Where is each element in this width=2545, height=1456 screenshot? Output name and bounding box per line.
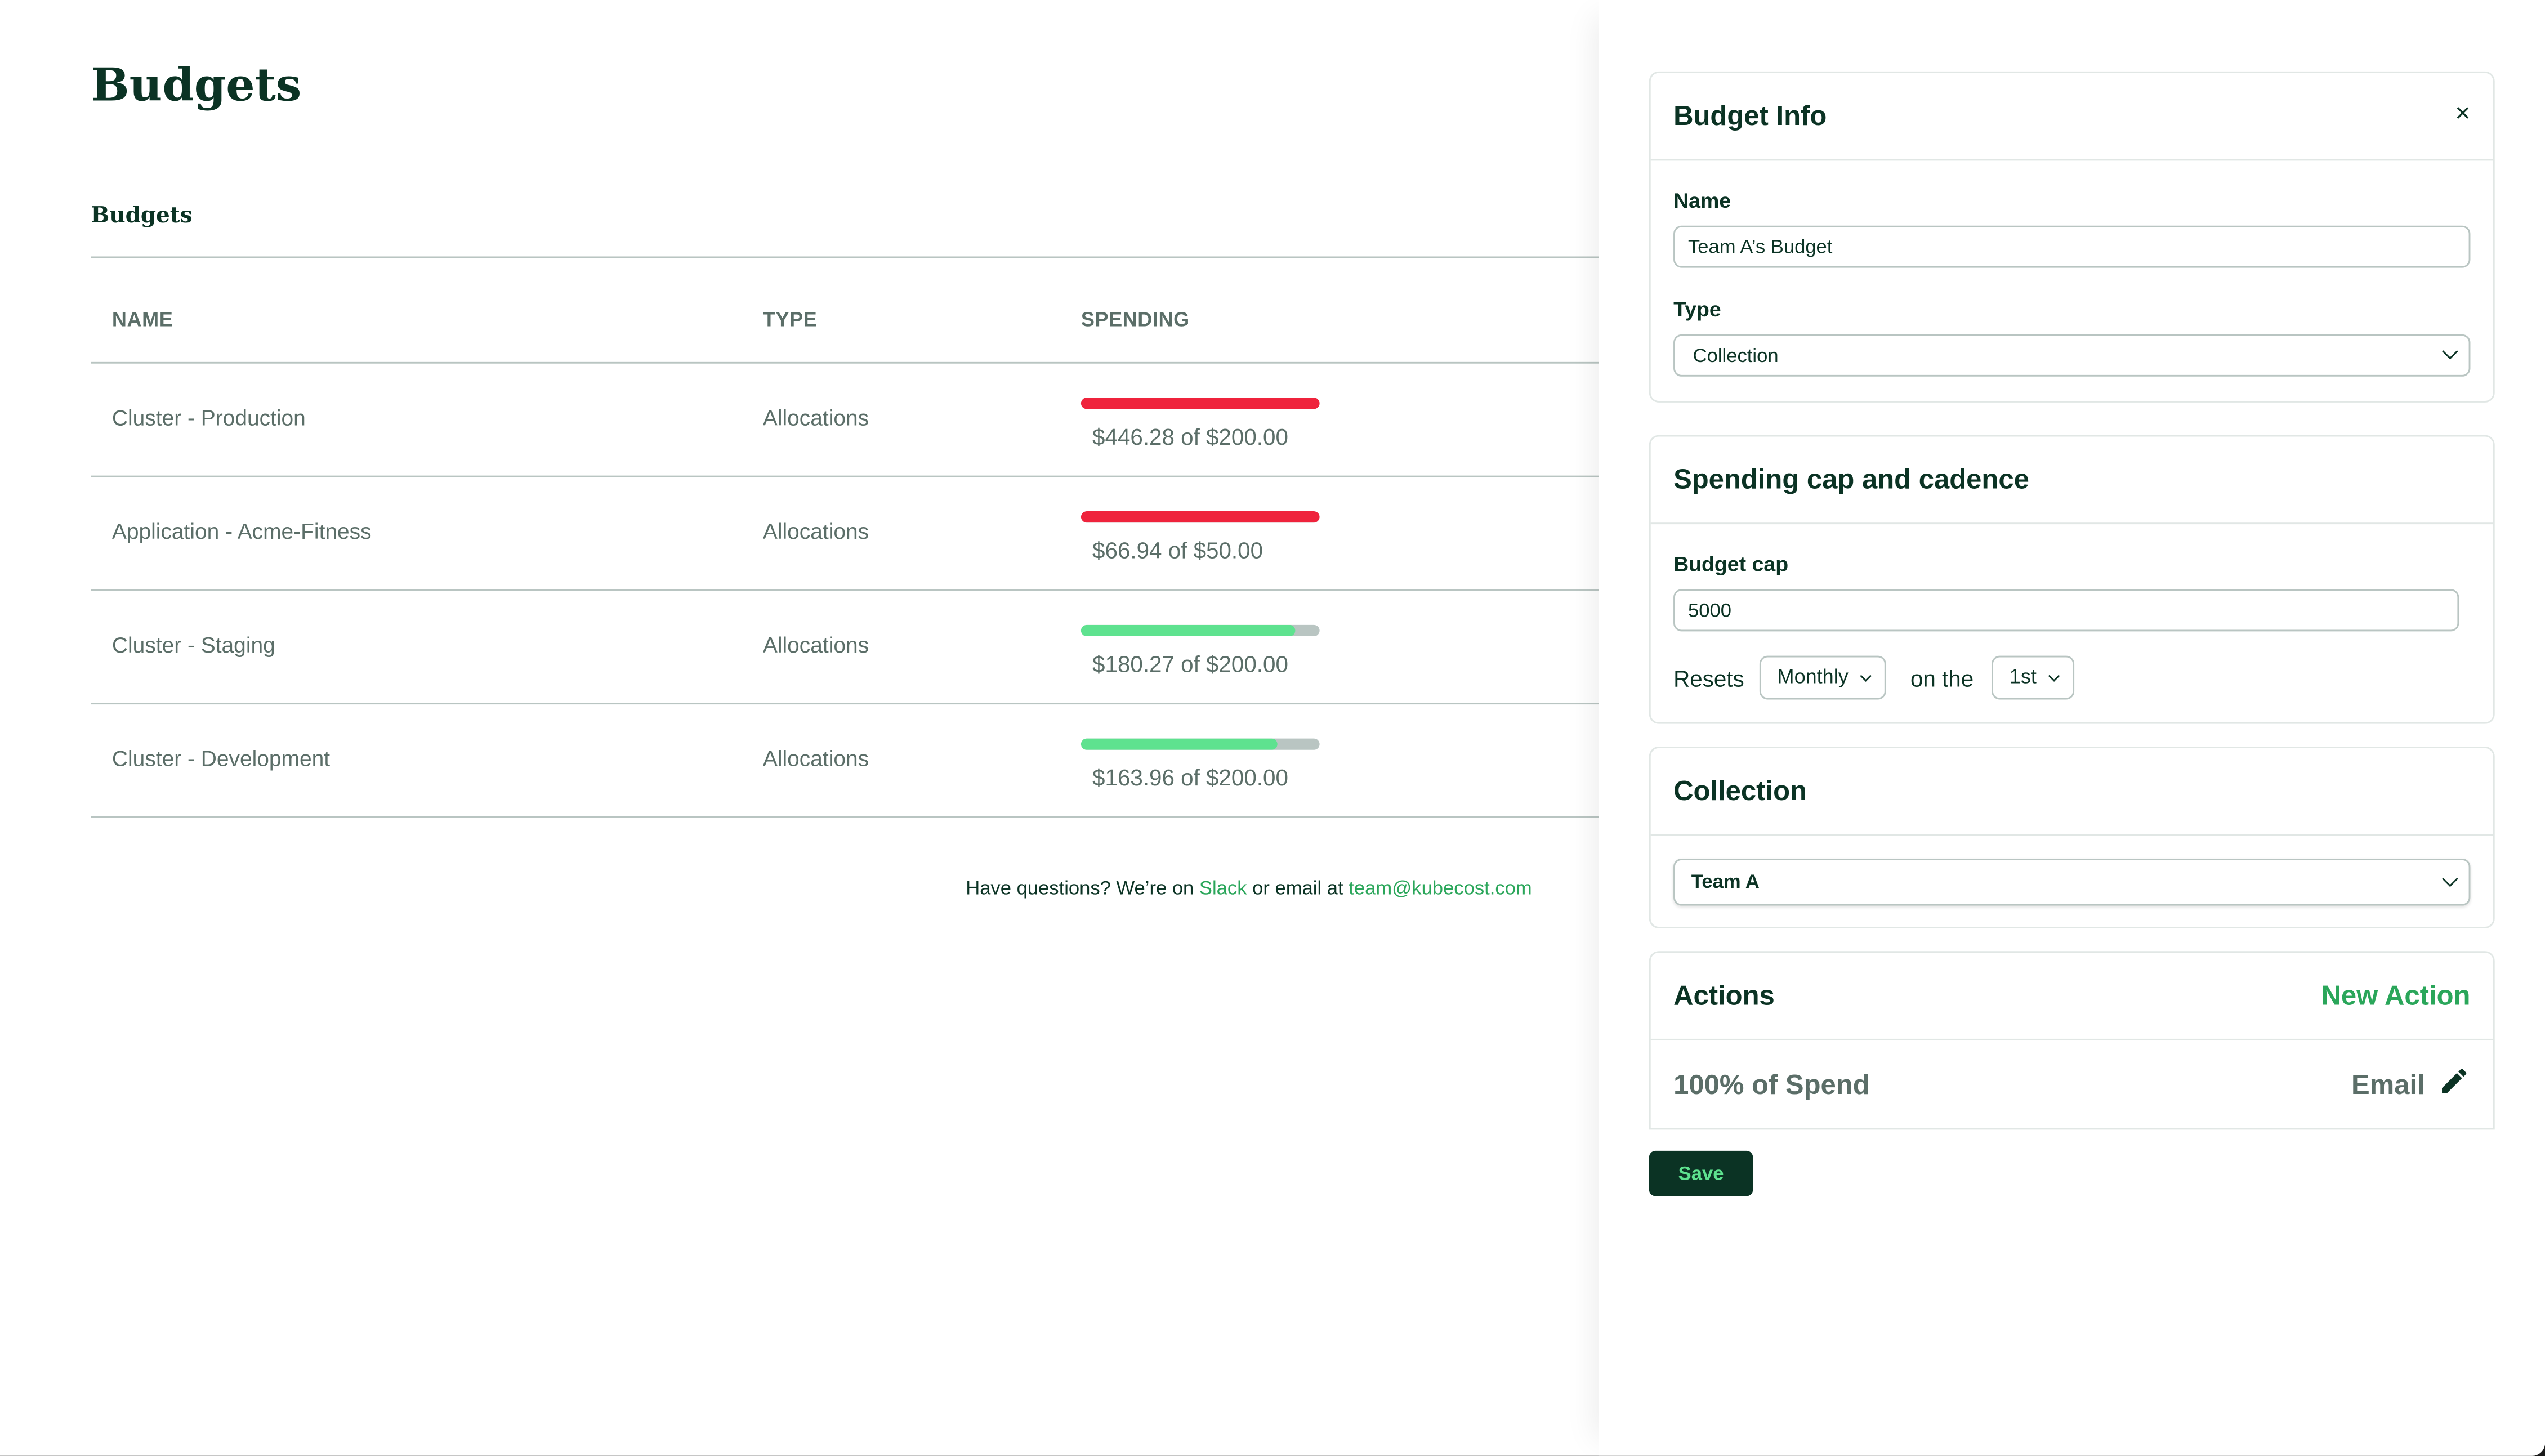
- collection-card: Collection Team A: [1649, 747, 2495, 928]
- spending-text: $446.28 of $200.00: [1092, 423, 1288, 450]
- budget-type: Allocations: [762, 633, 869, 658]
- chevron-down-icon: [1859, 670, 1872, 682]
- budget-type: Allocations: [762, 405, 869, 430]
- spending-progress-bar: [1080, 398, 1320, 409]
- spending-progress-bar: [1080, 738, 1320, 750]
- table-row[interactable]: Application - Acme-Fitness Allocations $66…: [91, 477, 1599, 591]
- table-row[interactable]: Cluster - Production Allocations $446.28 o…: [91, 364, 1599, 477]
- help-footer: Have questions? We’re on Slack or email …: [966, 877, 1532, 899]
- actions-header: Actions New Action: [1650, 953, 2493, 1040]
- reset-day-select-value: 1st: [2009, 665, 2037, 689]
- actions-card: Actions New Action 100% of Spend Email: [1649, 951, 2495, 1130]
- pencil-icon[interactable]: [2438, 1065, 2471, 1097]
- budget-name: Cluster - Production: [111, 405, 306, 430]
- spending-progress-fill: [1080, 624, 1296, 637]
- spending-cap-title: Spending cap and cadence: [1673, 464, 2029, 495]
- table-row[interactable]: Cluster - Development Allocations $163.96 …: [91, 704, 1599, 818]
- column-header-type[interactable]: TYPE: [763, 309, 817, 331]
- spending-progress-bar: [1080, 511, 1320, 523]
- budget-edit-panel: Budget Info × Name Team A’s Budget Type …: [1599, 0, 2545, 1456]
- help-text-middle: or email at: [1247, 876, 1349, 900]
- chevron-down-icon: [2442, 343, 2458, 360]
- budget-name: Cluster - Staging: [111, 633, 275, 658]
- spending-progress-bar: [1080, 624, 1320, 637]
- spending-progress-fill: [1080, 738, 1277, 750]
- table-header: NAME TYPE SPENDING: [91, 258, 1599, 364]
- app-window: Budgets Budgets NAME TYPE SPENDING Clust…: [0, 0, 2545, 1456]
- table-row[interactable]: Cluster - Staging Allocations $180.27 of $…: [91, 591, 1599, 705]
- budget-type: Allocations: [762, 519, 869, 544]
- spending-text: $66.94 of $50.00: [1092, 537, 1263, 564]
- type-select[interactable]: Collection: [1673, 334, 2471, 377]
- new-action-button[interactable]: New Action: [2321, 980, 2470, 1013]
- chevron-down-icon: [2442, 870, 2458, 887]
- section-title: Budgets: [91, 203, 193, 229]
- budget-info-header: Budget Info ×: [1650, 73, 2493, 161]
- collection-title: Collection: [1673, 775, 1807, 807]
- budget-name: Cluster - Development: [111, 747, 331, 771]
- spending-text: $180.27 of $200.00: [1092, 650, 1288, 677]
- email-link[interactable]: team@kubecost.com: [1349, 877, 1532, 899]
- page-title: Budgets: [91, 58, 302, 112]
- collection-header: Collection: [1650, 748, 2493, 836]
- action-item: 100% of Spend Email: [1651, 1040, 2493, 1127]
- budget-info-card: Budget Info × Name Team A’s Budget Type …: [1649, 71, 2495, 403]
- type-select-value: Collection: [1693, 344, 1779, 367]
- spending-text: $163.96 of $200.00: [1092, 764, 1288, 790]
- budget-type: Allocations: [762, 747, 869, 771]
- reset-day-select[interactable]: 1st: [1992, 655, 2074, 700]
- type-label: Type: [1673, 297, 1721, 321]
- chevron-down-icon: [2047, 670, 2060, 682]
- action-type: Email: [2351, 1069, 2425, 1101]
- help-text-prefix: Have questions? We’re on: [966, 876, 1199, 900]
- action-threshold: 100% of Spend: [1673, 1069, 1870, 1101]
- spending-progress-fill: [1080, 398, 1320, 409]
- budget-cap-label: Budget cap: [1673, 552, 1789, 577]
- budget-name: Application - Acme-Fitness: [111, 519, 372, 544]
- budget-cap-input[interactable]: 5000: [1673, 589, 2459, 632]
- actions-title: Actions: [1673, 980, 1775, 1011]
- close-icon[interactable]: ×: [2455, 99, 2471, 132]
- spending-progress-fill: [1080, 511, 1320, 523]
- column-header-name[interactable]: NAME: [112, 309, 173, 331]
- slack-link[interactable]: Slack: [1199, 877, 1247, 899]
- spending-cap-header: Spending cap and cadence: [1650, 436, 2493, 525]
- budget-name-input[interactable]: Team A’s Budget: [1673, 225, 2471, 268]
- cadence-select-value: Monthly: [1777, 665, 1849, 689]
- name-label: Name: [1673, 188, 1731, 213]
- resets-label: Resets: [1673, 665, 1744, 692]
- collection-select-value: Team A: [1691, 870, 1760, 893]
- budgets-table: NAME TYPE SPENDING Cluster - Production A…: [91, 256, 1599, 818]
- column-header-spending[interactable]: SPENDING: [1081, 309, 1190, 331]
- cadence-select[interactable]: Monthly: [1759, 655, 1886, 700]
- budget-info-title: Budget Info: [1673, 100, 1827, 132]
- collection-select[interactable]: Team A: [1673, 858, 2471, 906]
- spending-cap-card: Spending cap and cadence Budget cap 5000…: [1649, 435, 2495, 724]
- save-button[interactable]: Save: [1649, 1150, 1753, 1196]
- on-the-label: on the: [1910, 665, 1974, 692]
